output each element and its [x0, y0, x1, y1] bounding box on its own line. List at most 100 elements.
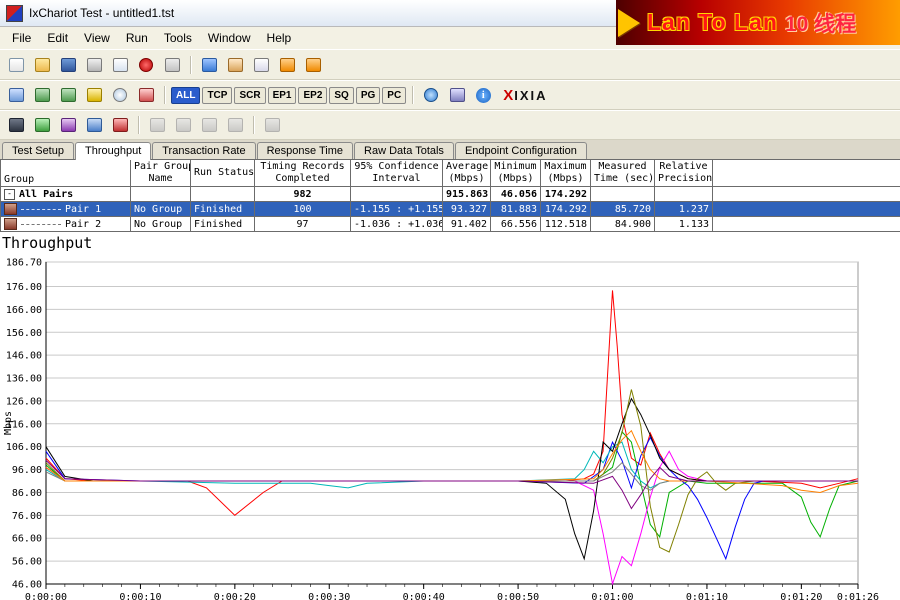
svg-text:46.00: 46.00	[12, 580, 42, 591]
pause-icon[interactable]	[160, 54, 184, 76]
tab-test-setup[interactable]: Test Setup	[2, 142, 74, 159]
console-icon[interactable]	[4, 114, 28, 136]
toolbar-standard	[0, 49, 900, 80]
collapse-icon[interactable]: -	[4, 189, 15, 200]
save-icon[interactable]	[56, 54, 80, 76]
group-icon[interactable]	[145, 114, 169, 136]
all-pairs-row[interactable]: - All Pairs 982 915.863 46.056 174.292	[1, 187, 900, 202]
endpoint-pairs-icon[interactable]	[30, 84, 54, 106]
pair-time: 85.720	[591, 202, 655, 217]
database-alt-icon[interactable]	[301, 54, 325, 76]
filter-ep1-button[interactable]: EP1	[268, 87, 297, 104]
svg-text:0:01:26: 0:01:26	[837, 592, 879, 600]
pair-name: Pair 2	[65, 219, 101, 230]
tab-raw-data-totals[interactable]: Raw Data Totals	[354, 142, 454, 159]
pair-average: 93.327	[443, 202, 491, 217]
ixia-logo-x: X	[503, 87, 513, 104]
pair-maximum: 174.292	[541, 202, 591, 217]
play-triangle-icon	[618, 9, 640, 37]
clipboard-icon[interactable]	[223, 54, 247, 76]
col-average: Average(Mbps)	[443, 160, 491, 187]
svg-text:56.00: 56.00	[12, 557, 42, 568]
tab-throughput[interactable]: Throughput	[75, 142, 151, 160]
tab-endpoint-configuration[interactable]: Endpoint Configuration	[455, 142, 587, 159]
menu-file[interactable]: File	[4, 29, 39, 47]
ungroup-icon[interactable]	[171, 114, 195, 136]
toolbar-pairs	[0, 110, 900, 140]
pair-group: No Group	[131, 202, 191, 217]
col-relative-precision: RelativePrecision	[655, 160, 713, 187]
filter-scr-button[interactable]: SCR	[234, 87, 265, 104]
filter-ep2-button[interactable]: EP2	[298, 87, 327, 104]
banner-brand-text: Lan To Lan	[647, 9, 778, 36]
svg-text:106.00: 106.00	[6, 442, 42, 453]
pair-row-2[interactable]: Pair 2 No Group Finished 97 -1.036 : +1.…	[1, 217, 900, 232]
svg-text:166.00: 166.00	[6, 305, 42, 316]
tab-transaction-rate[interactable]: Transaction Rate	[152, 142, 255, 159]
move-down-icon[interactable]	[223, 114, 247, 136]
layers-icon[interactable]	[82, 114, 106, 136]
info-icon[interactable]: i	[471, 84, 495, 106]
palette-icon[interactable]	[56, 114, 80, 136]
edit-icon[interactable]	[82, 84, 106, 106]
menu-tools[interactable]: Tools	[156, 29, 200, 47]
pair-average: 91.402	[443, 217, 491, 232]
svg-text:136.00: 136.00	[6, 374, 42, 385]
col-run-status: Run Status	[191, 160, 255, 187]
chart-icon[interactable]	[30, 114, 54, 136]
filter-sq-button[interactable]: SQ	[329, 87, 353, 104]
grid-icon[interactable]	[445, 84, 469, 106]
toolbar-separator	[138, 116, 139, 134]
app-icon	[6, 5, 23, 22]
camera-icon[interactable]	[108, 114, 132, 136]
copy-icon[interactable]	[249, 54, 273, 76]
filter-tcp-button[interactable]: TCP	[202, 87, 232, 104]
print-preview-icon[interactable]	[108, 54, 132, 76]
svg-text:0:01:20: 0:01:20	[780, 592, 822, 600]
database-icon[interactable]	[275, 54, 299, 76]
svg-text:0:00:30: 0:00:30	[308, 592, 350, 600]
pair-confidence: -1.155 : +1.155	[351, 202, 443, 217]
add-pair-icon[interactable]	[56, 84, 80, 106]
svg-text:176.00: 176.00	[6, 282, 42, 293]
filter-pg-button[interactable]: PG	[356, 87, 380, 104]
svg-text:76.00: 76.00	[12, 511, 42, 522]
all-pairs-average: 915.863	[443, 187, 491, 202]
new-icon[interactable]	[4, 54, 28, 76]
tab-response-time[interactable]: Response Time	[257, 142, 353, 159]
lock-icon[interactable]	[260, 114, 284, 136]
svg-text:0:00:40: 0:00:40	[403, 592, 445, 600]
gauge-icon[interactable]	[134, 84, 158, 106]
ixia-logo-name: IXIA	[514, 88, 547, 103]
svg-text:186.70: 186.70	[6, 258, 42, 269]
svg-text:0:01:00: 0:01:00	[591, 592, 633, 600]
open-icon[interactable]	[30, 54, 54, 76]
filter-pc-button[interactable]: PC	[382, 87, 406, 104]
pair-minimum: 81.883	[491, 202, 541, 217]
filter-all-button[interactable]: ALL	[171, 87, 200, 104]
all-pairs-timing: 982	[255, 187, 351, 202]
menu-window[interactable]: Window	[200, 29, 259, 47]
svg-text:96.00: 96.00	[12, 465, 42, 476]
print-icon[interactable]	[82, 54, 106, 76]
toolbar-separator	[412, 86, 413, 104]
col-minimum: Minimum(Mbps)	[491, 160, 541, 187]
menu-view[interactable]: View	[76, 29, 118, 47]
pair-maximum: 112.518	[541, 217, 591, 232]
stop-icon[interactable]	[134, 54, 158, 76]
zoom-icon[interactable]	[108, 84, 132, 106]
menu-run[interactable]: Run	[118, 29, 156, 47]
col-confidence: 95% ConfidenceInterval	[351, 160, 443, 187]
move-up-icon[interactable]	[197, 114, 221, 136]
svg-text:146.00: 146.00	[6, 351, 42, 362]
web-icon[interactable]	[419, 84, 443, 106]
col-pair-group-name: Pair GroupName	[131, 160, 191, 187]
undo-icon[interactable]	[4, 84, 28, 106]
toolbar-view: ALL TCP SCR EP1 EP2 SQ PG PC i X IXIA	[0, 80, 900, 110]
menu-edit[interactable]: Edit	[39, 29, 76, 47]
go-icon[interactable]	[197, 54, 221, 76]
menu-help[interactable]: Help	[259, 29, 300, 47]
pair-precision: 1.133	[655, 217, 713, 232]
pair-row-1[interactable]: Pair 1 No Group Finished 100 -1.155 : +1…	[1, 202, 900, 217]
grid-header-row: Group Pair GroupName Run Status Timing R…	[1, 160, 900, 187]
